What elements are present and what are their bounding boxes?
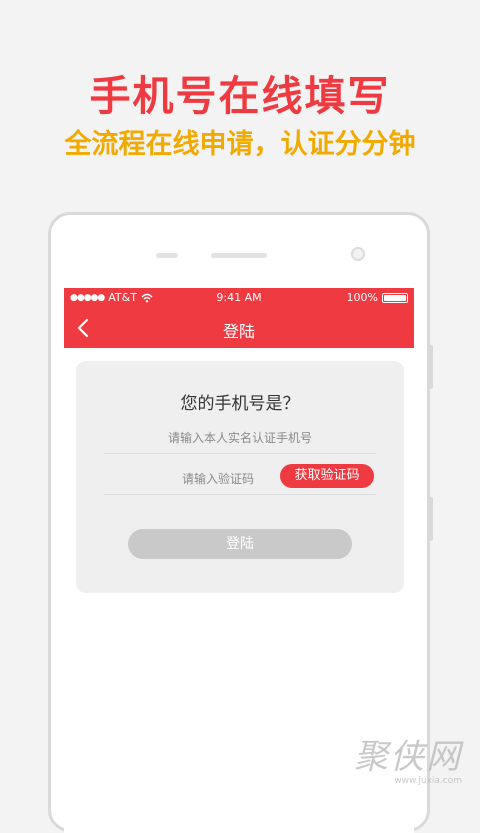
get-code-button[interactable]: 获取验证码: [280, 464, 374, 488]
promo-headline: 手机号在线填写: [89, 72, 391, 120]
nav-bar: 登陆: [64, 308, 414, 348]
page-title: 登陆: [222, 322, 255, 341]
login-button[interactable]: 登陆: [128, 529, 352, 559]
phone-volume-button: [429, 345, 433, 389]
status-right: 100%: [347, 291, 408, 304]
battery-icon: [382, 292, 408, 303]
watermark: 聚侠网 www.juxia.com: [354, 729, 462, 786]
phone-sensor: [156, 253, 178, 258]
battery-percent: 100%: [346, 291, 378, 304]
form-title: 您的手机号是？: [180, 394, 300, 414]
login-card: 您的手机号是？ 获取验证码 登陆: [76, 361, 404, 593]
phone-speaker: [211, 253, 267, 258]
phone-power-button: [429, 497, 433, 541]
watermark-logo: 聚侠网: [354, 737, 462, 777]
phone-number-input[interactable]: [104, 423, 376, 454]
status-bar: ●●●●● AT&T 9:41 AM 100%: [64, 288, 414, 308]
promo-subline: 全流程在线申请，认证分分钟: [64, 129, 416, 160]
phone-camera: [351, 247, 365, 261]
battery-level: [384, 294, 406, 301]
